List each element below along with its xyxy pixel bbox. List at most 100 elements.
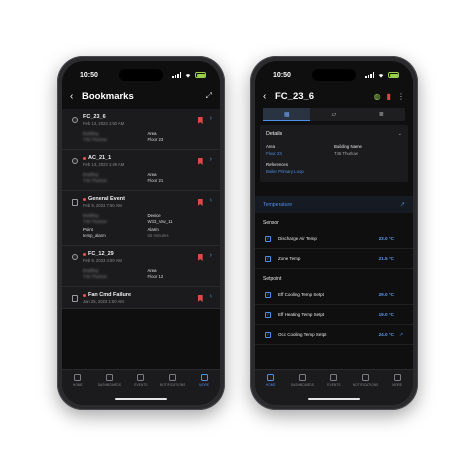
home-indicator <box>308 397 360 400</box>
area-link[interactable]: Floor 23 <box>266 151 334 156</box>
point-row[interactable]: ✓ Discharge Air Temp 23.0 °C <box>255 229 413 249</box>
chevron-right-icon[interactable]: › <box>210 115 212 122</box>
more-icon <box>393 374 401 381</box>
tab-events[interactable]: EVENTS <box>127 374 155 405</box>
view-segmented-control: ▦ ▱ ≣ <box>263 108 405 121</box>
equipment-screen: 10:50 ‹ FC_23_6 ◍ ▮ ⋮ ▦ ▱ ≣ Details ⌄ Ar… <box>255 61 413 405</box>
bookmark-list: FC_23_6 Feb 13, 2023 1:50 AM › Building T45 … <box>62 109 220 369</box>
events-icon <box>137 374 145 381</box>
bookmark-icon[interactable] <box>197 158 203 165</box>
card-header: General Event Feb 9, 2023 7:50 AM › <box>70 196 212 208</box>
checkbox[interactable]: ✓ <box>265 331 271 338</box>
meta-label: Area <box>147 172 157 177</box>
back-chevron-icon[interactable]: ‹ <box>263 91 275 102</box>
card-header: Fan Cmd Failure Jan 25, 2023 1:50 AM › <box>70 292 212 304</box>
point-name: Zone Temp <box>278 256 301 261</box>
references-link[interactable]: Boiler Primary Loop <box>266 169 402 174</box>
meta-value: T45 Thurlow <box>83 219 107 224</box>
signal-icon <box>172 72 181 78</box>
dashboards-icon <box>105 374 113 381</box>
alarm-dot-icon <box>83 293 86 297</box>
meta-label: Area <box>147 131 157 136</box>
bookmark-card[interactable]: AC_21_1 Feb 13, 2023 1:49 AM › Building T45 … <box>62 150 220 191</box>
chevron-right-icon[interactable]: › <box>210 156 212 163</box>
point-value: 24.0 °C <box>378 332 394 337</box>
chevron-right-icon[interactable]: › <box>210 197 212 204</box>
meta-column: Building T45 Thurlow <box>83 268 148 282</box>
point-row[interactable]: ✓ Eff Cooling Temp Setpt 29.0 °C <box>255 285 413 305</box>
bookmark-icon[interactable]: ▮ <box>387 92 391 101</box>
bookmark-date: Feb 9, 2023 4:50 AM <box>83 258 122 263</box>
temperature-section-header[interactable]: Temperature ↗ <box>255 196 413 213</box>
checkbox[interactable]: ✓ <box>265 235 271 242</box>
chevron-down-icon: ⌄ <box>397 131 402 137</box>
trend-icon[interactable]: ↗ <box>400 201 405 208</box>
signal-icon <box>365 72 374 78</box>
meta-value: T45 Thurlow <box>83 137 107 142</box>
tab-dashboards[interactable]: DASHBOARDS <box>288 374 316 405</box>
page-title: FC_23_6 <box>275 90 315 102</box>
bookmark-card[interactable]: Fan Cmd Failure Jan 25, 2023 1:50 AM › <box>62 287 220 309</box>
bookmark-icon[interactable] <box>197 199 203 206</box>
meta-label: Building <box>83 268 99 273</box>
list-view-tab[interactable]: ≣ <box>358 108 405 121</box>
grid-view-tab[interactable]: ▦ <box>263 108 311 121</box>
card-titles: General Event Feb 9, 2023 7:50 AM <box>83 196 198 208</box>
checkbox[interactable]: ✓ <box>265 291 271 298</box>
point-row[interactable]: ✓ Zone Temp 21.5 °C <box>255 249 413 269</box>
checkbox[interactable]: ✓ <box>265 255 271 262</box>
status-ok-icon[interactable]: ◍ <box>374 92 381 101</box>
map-view-tab[interactable]: ▱ <box>310 108 357 121</box>
meta-label: Device <box>147 213 161 218</box>
bookmark-card[interactable]: General Event Feb 9, 2023 7:50 AM › Buildin… <box>62 191 220 246</box>
bookmark-card[interactable]: FC_23_6 Feb 13, 2023 1:50 AM › Building T45 … <box>62 109 220 150</box>
bookmark-card[interactable]: FC_12_29 Feb 9, 2023 4:50 AM › Building T45 … <box>62 246 220 287</box>
tab-home[interactable]: HOME <box>64 374 92 405</box>
card-header: AC_21_1 Feb 13, 2023 1:49 AM › <box>70 155 212 167</box>
tab-label: DASHBOARDS <box>97 383 122 387</box>
section-title: Temperature <box>263 201 293 208</box>
bookmarks-screen: 10:50 ‹ Bookmarks ⤢ FC_23_6 Feb 13, 2023 … <box>62 61 220 405</box>
card-titles: Fan Cmd Failure Jan 25, 2023 1:50 AM <box>83 292 198 304</box>
tab-notifications[interactable]: NOTIFICATIONS <box>352 374 380 405</box>
wifi-icon <box>378 74 384 78</box>
chevron-right-icon[interactable]: › <box>210 293 212 300</box>
trend-icon[interactable]: ↗ <box>399 332 405 338</box>
wifi-icon <box>185 74 191 78</box>
more-icon <box>200 374 208 381</box>
chevron-right-icon[interactable]: › <box>210 252 212 259</box>
back-chevron-icon[interactable]: ‹ <box>70 91 82 102</box>
point-row[interactable]: ✓ Eff Heating Temp Setpt 19.0 °C <box>255 305 413 325</box>
tab-more[interactable]: MORE <box>190 374 218 405</box>
tab-events[interactable]: EVENTS <box>320 374 348 405</box>
bookmark-icon[interactable] <box>197 117 203 124</box>
notifications-icon <box>362 374 370 381</box>
point-row[interactable]: ✓ Occ Cooling Temp Setpt 24.0 °C ↗ <box>255 325 413 345</box>
building-label: Building Name <box>334 144 362 149</box>
tab-more[interactable]: MORE <box>383 374 411 405</box>
grid-icon: ▦ <box>283 111 290 118</box>
tab-home[interactable]: HOME <box>257 374 285 405</box>
notifications-icon <box>169 374 177 381</box>
tab-dashboards[interactable]: DASHBOARDS <box>95 374 123 405</box>
point-value: 21.5 °C <box>378 256 394 261</box>
home-icon <box>267 374 275 381</box>
checkbox[interactable]: ✓ <box>265 311 271 318</box>
more-vertical-icon[interactable]: ⋮ <box>397 92 405 101</box>
equipment-icon <box>70 252 80 262</box>
point-value: 23.0 °C <box>378 236 394 241</box>
details-panel: Details ⌄ Area Floor 23 Building Name T4… <box>260 125 408 182</box>
tab-notifications[interactable]: NOTIFICATIONS <box>159 374 187 405</box>
expand-icon[interactable]: ⤢ <box>206 91 212 101</box>
meta-value: temp_alarm <box>83 233 106 238</box>
details-header[interactable]: Details ⌄ <box>266 131 402 137</box>
meta-label: Building <box>83 131 99 136</box>
bookmark-name: FC_12_29 <box>83 251 198 257</box>
bookmark-icon[interactable] <box>197 295 203 302</box>
meta-column: Building T45 Thurlow Point temp_alarm <box>83 213 148 241</box>
tab-label: DASHBOARDS <box>290 383 315 387</box>
sensor-list: ✓ Discharge Air Temp 23.0 °C ✓ Zone Temp 21.5… <box>255 229 413 269</box>
bookmark-name: Fan Cmd Failure <box>83 292 198 298</box>
bookmark-icon[interactable] <box>197 254 203 261</box>
card-meta: Building T45 Thurlow Point temp_alarm Device… <box>83 213 212 241</box>
